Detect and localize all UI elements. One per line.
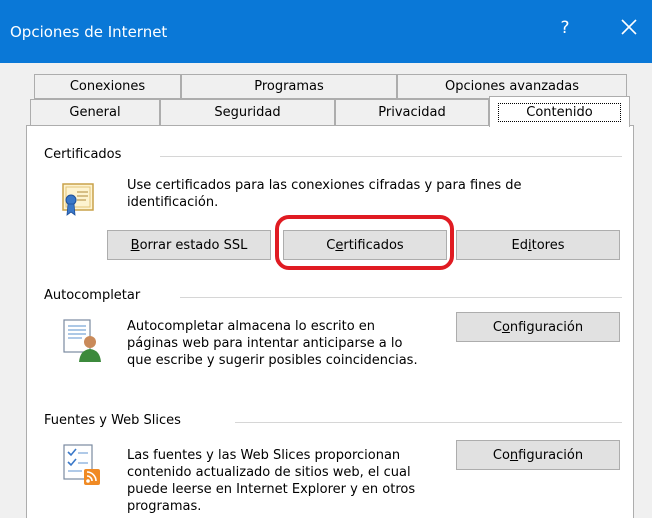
button-text: Configuración xyxy=(493,448,583,463)
fuentes-configuracion-button[interactable]: Configuración xyxy=(456,440,620,470)
tab-seguridad[interactable]: Seguridad xyxy=(160,99,335,126)
button-text: Borrar estado SSL xyxy=(131,238,248,253)
button-text-part: C xyxy=(492,319,502,335)
tab-label: General xyxy=(69,105,121,120)
autocompletar-description: Autocompletar almacena lo escrito en pág… xyxy=(127,319,418,368)
autocomplete-icon xyxy=(63,319,101,362)
autocompletar-configuracion-button[interactable]: Configuración xyxy=(456,312,620,342)
tab-label: Seguridad xyxy=(214,105,281,120)
button-text-part: nfiguración xyxy=(509,319,584,335)
group-divider xyxy=(160,156,622,157)
group-label-certificados: Certificados xyxy=(44,147,122,162)
tab-label: Opciones avanzadas xyxy=(445,79,579,94)
tab-conexiones[interactable]: Conexiones xyxy=(34,74,181,99)
group-label-autocompletar: Autocompletar xyxy=(44,288,141,303)
tab-programas[interactable]: Programas xyxy=(181,74,397,99)
button-text: Editores xyxy=(512,238,565,253)
tab-privacidad[interactable]: Privacidad xyxy=(335,99,489,126)
certificados-description: Use certificados para las conexiones cif… xyxy=(127,178,522,210)
access-key: o xyxy=(501,319,510,335)
fuentes-description: Las fuentes y las Web Slices proporciona… xyxy=(127,448,416,514)
editores-button[interactable]: Editores xyxy=(456,230,620,260)
group-divider xyxy=(235,422,622,423)
borrar-estado-ssl-button[interactable]: Borrar estado SSL xyxy=(107,230,271,260)
title-bar: Opciones de Internet ? xyxy=(0,0,652,63)
tab-label: Contenido xyxy=(498,102,621,122)
button-text: Configuración xyxy=(493,320,583,335)
button-text: Certificados xyxy=(326,238,403,253)
button-text-part: rtificados xyxy=(343,237,404,253)
tab-contenido[interactable]: Contenido xyxy=(489,96,630,127)
tab-label: Programas xyxy=(254,79,324,94)
certificados-button[interactable]: Certificados xyxy=(283,230,447,260)
button-text-part: Co xyxy=(492,447,510,463)
close-icon[interactable] xyxy=(618,16,640,38)
feeds-icon xyxy=(63,444,100,485)
group-divider xyxy=(180,297,622,298)
tab-label: Conexiones xyxy=(69,79,146,94)
button-text-part: C xyxy=(326,237,336,253)
window-title: Opciones de Internet xyxy=(10,23,168,41)
button-text-part: Ed xyxy=(511,237,528,253)
button-text-part: figuración xyxy=(518,447,584,463)
certificate-icon xyxy=(62,183,94,216)
button-text-part: orrar estado SSL xyxy=(139,237,248,253)
button-text-part: tores xyxy=(531,237,565,253)
access-key: B xyxy=(130,237,140,253)
tab-general[interactable]: General xyxy=(30,99,160,126)
group-label-fuentes: Fuentes y Web Slices xyxy=(44,413,181,428)
help-button[interactable]: ? xyxy=(557,18,573,38)
tab-label: Privacidad xyxy=(378,105,446,120)
access-key: n xyxy=(509,447,519,463)
